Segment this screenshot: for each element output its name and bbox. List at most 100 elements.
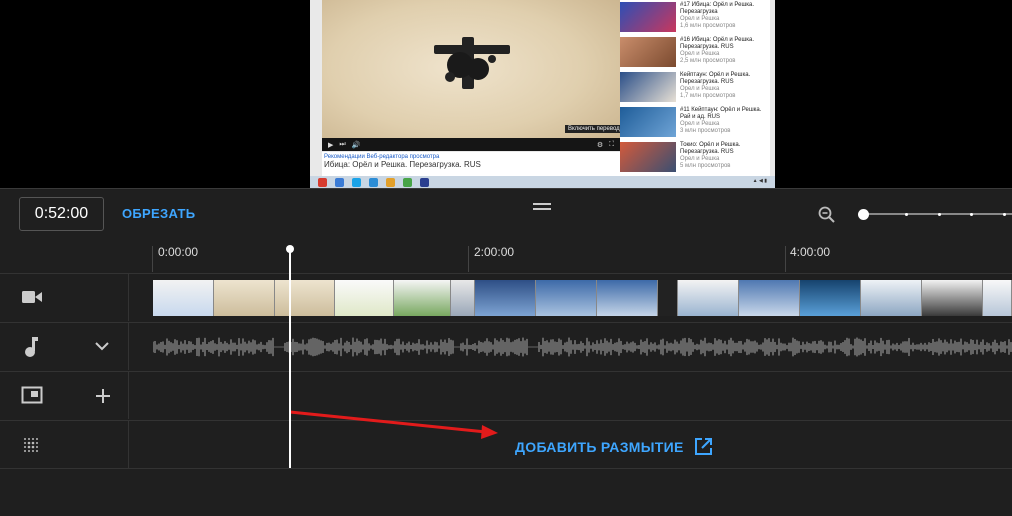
- recommendation-views: 1,6 млн просмотров: [680, 23, 736, 29]
- video-title-box: Рекомендации Веб-редактора просмотра Иби…: [322, 152, 620, 176]
- film-frame: [658, 280, 678, 316]
- divider: [0, 188, 1012, 189]
- player-controls: ▶ ⏭ 🔊 ⚙ ⛶: [322, 138, 620, 151]
- recommendation-item[interactable]: #11 Кейптаун: Орёл и Решка. Рай и ад. RU…: [620, 105, 770, 139]
- recommendation-thumb: [620, 142, 676, 172]
- current-time-field[interactable]: 0:52:00: [19, 197, 104, 231]
- telegram-icon[interactable]: [369, 177, 378, 187]
- recommendation-channel: Орел и Решка: [680, 156, 720, 162]
- ruler-label: 0:00:00: [158, 245, 199, 259]
- chevron-down-icon[interactable]: [95, 341, 109, 351]
- recommendation-channel: Орел и Решка: [680, 51, 720, 57]
- ruler-label: 4:00:00: [790, 245, 831, 259]
- film-frame: [451, 280, 475, 316]
- photoshop-icon[interactable]: [420, 177, 429, 187]
- recommendation-item[interactable]: #17 Ибица: Орёл и Решка. Перезагрузка Оре…: [620, 0, 770, 34]
- zoom-slider-track[interactable]: [862, 213, 1012, 215]
- add-blur-button[interactable]: ДОБАВИТЬ РАЗМЫТИЕ: [515, 437, 713, 456]
- add-blur-label: ДОБАВИТЬ РАЗМЫТИЕ: [515, 438, 684, 455]
- settings-icon[interactable]: ⚙: [597, 141, 603, 149]
- ruler-tick: [152, 246, 153, 272]
- skype-icon[interactable]: [352, 177, 361, 187]
- time-ruler[interactable]: 0:00:00 2:00:00 4:00:00: [130, 240, 1012, 273]
- film-frame: [393, 280, 452, 316]
- film-frame: [334, 280, 394, 316]
- music-note-icon: [25, 337, 38, 357]
- recommendation-views: 5 млн просмотров: [680, 163, 731, 169]
- current-time-value: 0:52:00: [34, 205, 89, 222]
- browser-icon[interactable]: [335, 177, 344, 187]
- film-frame: [860, 280, 923, 316]
- folder-icon[interactable]: [386, 177, 395, 187]
- resize-handle-icon[interactable]: [533, 203, 551, 211]
- blur-track: [0, 420, 1012, 468]
- zoom-slider-dot: [970, 213, 973, 216]
- recommendations-sidebar: #17 Ибица: Орёл и Решка. Перезагрузка Оре…: [620, 0, 770, 176]
- picture-in-picture-icon: [21, 386, 43, 404]
- recommendation-title: Кейптаун: Орёл и Решка. Перезагрузка. RU…: [680, 72, 751, 85]
- blur-track-header: [0, 421, 129, 468]
- fullscreen-icon[interactable]: ⛶: [609, 141, 614, 149]
- recommendation-title: #17 Ибица: Орёл и Решка. Перезагрузка: [680, 2, 755, 15]
- film-frame: [677, 280, 739, 316]
- playhead[interactable]: [289, 250, 291, 468]
- zoom-slider-dot: [905, 213, 908, 216]
- audio-waveform[interactable]: [153, 335, 1012, 359]
- film-frame: [922, 280, 984, 316]
- play-icon[interactable]: ▶: [328, 141, 333, 149]
- playhead-handle[interactable]: [286, 245, 294, 253]
- zoom-slider-dot: [1003, 213, 1006, 216]
- zoom-slider-dot: [938, 213, 941, 216]
- recommendation-channel: Орел и Решка: [680, 86, 720, 92]
- film-frame: [738, 280, 800, 316]
- ruler-label: 2:00:00: [474, 245, 515, 259]
- film-frame: [983, 280, 1012, 316]
- zoom-out-icon[interactable]: [818, 206, 836, 224]
- volume-icon[interactable]: 🔊: [352, 141, 361, 149]
- trim-button[interactable]: ОБРЕЗАТЬ: [122, 206, 195, 221]
- film-frame: [799, 280, 861, 316]
- audio-track: [0, 322, 1012, 370]
- recommendation-thumb: [620, 2, 676, 32]
- ruler-tick: [785, 246, 786, 272]
- open-in-new-icon: [694, 438, 712, 455]
- videocam-icon: [22, 291, 42, 303]
- yandex-icon[interactable]: [318, 177, 327, 187]
- recommendation-title: #11 Кейптаун: Орёл и Решка. Рай и ад. RU…: [680, 107, 762, 120]
- plus-icon[interactable]: [95, 388, 111, 404]
- recommendation-item[interactable]: Кейптаун: Орёл и Решка. Перезагрузка. RU…: [620, 70, 770, 104]
- video-title: Ибица: Орёл и Решка. Перезагрузка. RUS: [324, 160, 481, 169]
- video-track-header: [0, 274, 129, 321]
- video-track: [0, 273, 1012, 321]
- recommendation-views: 1,7 млн просмотров: [680, 93, 736, 99]
- film-frame: [275, 280, 335, 316]
- audio-track-header: [0, 323, 129, 370]
- recommendation-channel: Орел и Решка: [680, 121, 720, 127]
- taskbar-clock: ▲ ◀ ▮: [752, 178, 767, 184]
- film-frame: [597, 280, 659, 316]
- red-arrow-annotation: [289, 410, 498, 439]
- recommendation-title: Токио: Орёл и Решка. Перезагрузка. RUS: [680, 142, 741, 155]
- overlay-track: [0, 371, 1012, 419]
- recommendation-thumb: [620, 72, 676, 102]
- film-frame: [214, 280, 276, 316]
- film-frame: [153, 280, 215, 316]
- next-icon[interactable]: ⏭: [339, 141, 345, 149]
- ink-splat-image: [434, 37, 510, 89]
- timeline-editor: 0:52:00 ОБРЕЗАТЬ 0:00:00 2:00:00 4:00:00: [0, 188, 1012, 516]
- recommendation-thumb: [620, 37, 676, 67]
- ruler-tick: [468, 246, 469, 272]
- zoom-slider-knob[interactable]: [858, 209, 869, 220]
- video-preview-area: Включить перевод (t) ▶ ⏭ 🔊 ⚙ ⛶ Рекоменда…: [0, 0, 1012, 188]
- recommendation-title: #16 Ибица: Орёл и Решка. Перезагрузка. R…: [680, 37, 755, 50]
- film-frame: [474, 280, 537, 316]
- recommendation-item[interactable]: #16 Ибица: Орёл и Решка. Перезагрузка. R…: [620, 35, 770, 69]
- app-icon[interactable]: [403, 177, 412, 187]
- video-filmstrip[interactable]: [153, 280, 1012, 316]
- blur-dots-icon: [24, 438, 38, 452]
- recommendation-views: 2,5 млн просмотров: [680, 58, 736, 64]
- recommendation-views: 3 млн просмотров: [680, 128, 731, 134]
- divider: [0, 468, 1012, 469]
- taskbar: ▲ ◀ ▮: [310, 176, 775, 188]
- recommendation-item[interactable]: Токио: Орёл и Решка. Перезагрузка. RUS Ор…: [620, 140, 770, 174]
